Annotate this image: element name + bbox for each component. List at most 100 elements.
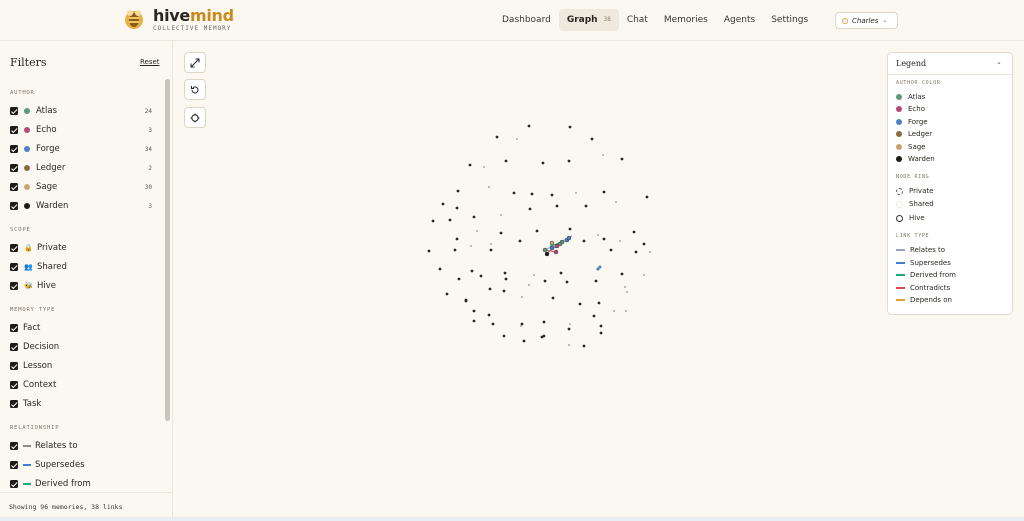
- graph-node[interactable]: [578, 302, 582, 306]
- filter-author-forge[interactable]: Forge 34: [10, 142, 152, 156]
- graph-node[interactable]: [453, 248, 457, 252]
- checkbox[interactable]: [10, 400, 18, 408]
- graph-node[interactable]: [488, 287, 492, 291]
- graph-node[interactable]: [567, 159, 571, 163]
- chevron-down-icon[interactable]: ⌄: [996, 58, 1002, 66]
- checkbox[interactable]: [10, 381, 18, 389]
- graph-node[interactable]: [438, 267, 442, 271]
- filter-type-decision[interactable]: Decision: [10, 340, 152, 354]
- graph-node[interactable]: [625, 310, 627, 312]
- graph-node[interactable]: [502, 334, 506, 338]
- filter-author-sage[interactable]: Sage 30: [10, 180, 152, 194]
- graph-node[interactable]: [464, 298, 468, 302]
- graph-node[interactable]: [520, 325, 522, 327]
- filter-author-atlas[interactable]: Atlas 24: [10, 104, 152, 118]
- filter-type-task[interactable]: Task: [10, 397, 152, 411]
- filter-type-context[interactable]: Context: [10, 378, 152, 392]
- filter-scope-private[interactable]: 🔒 Private: [10, 241, 152, 255]
- graph-node[interactable]: [502, 289, 506, 293]
- graph-node[interactable]: [609, 248, 613, 252]
- graph-node[interactable]: [620, 272, 624, 276]
- checkbox[interactable]: [10, 126, 18, 134]
- graph-node[interactable]: [566, 235, 572, 241]
- graph-node[interactable]: [488, 186, 490, 188]
- graph-node[interactable]: [569, 323, 571, 325]
- nav-chat[interactable]: Chat: [619, 9, 656, 31]
- graph-node[interactable]: [528, 284, 530, 286]
- graph-node[interactable]: [582, 344, 586, 348]
- graph-node[interactable]: [565, 280, 569, 284]
- graph-node[interactable]: [553, 249, 559, 255]
- graph-node[interactable]: [568, 344, 570, 346]
- graph-node[interactable]: [582, 239, 586, 243]
- graph-node[interactable]: [542, 320, 546, 324]
- checkbox[interactable]: [10, 461, 18, 469]
- graph-node[interactable]: [602, 154, 604, 156]
- graph-node[interactable]: [542, 334, 546, 338]
- graph-node[interactable]: [472, 319, 476, 323]
- graph-node[interactable]: [551, 296, 555, 300]
- checkbox[interactable]: [10, 164, 18, 172]
- graph-node[interactable]: [599, 331, 603, 335]
- graph-node[interactable]: [597, 301, 601, 305]
- nav-settings[interactable]: Settings: [763, 9, 816, 31]
- checkbox[interactable]: [10, 263, 18, 271]
- graph-node[interactable]: [541, 161, 545, 165]
- checkbox[interactable]: [10, 362, 18, 370]
- graph-node[interactable]: [624, 286, 626, 288]
- graph-node[interactable]: [584, 204, 588, 208]
- graph-node[interactable]: [528, 207, 532, 211]
- graph-node[interactable]: [590, 137, 594, 141]
- graph-node[interactable]: [533, 274, 535, 276]
- sidebar-scrollbar[interactable]: [165, 79, 170, 421]
- filter-author-warden[interactable]: Warden 3: [10, 199, 152, 213]
- checkbox[interactable]: [10, 480, 18, 488]
- graph-node[interactable]: [568, 227, 572, 231]
- graph-node[interactable]: [599, 324, 603, 328]
- checkbox[interactable]: [10, 107, 18, 115]
- filter-rel-supersedes[interactable]: Supersedes: [10, 458, 152, 472]
- brand-name[interactable]: hivemind: [153, 6, 234, 25]
- graph-node[interactable]: [592, 314, 596, 318]
- graph-node[interactable]: [499, 231, 503, 235]
- filter-scope-hive[interactable]: 🐝 Hive: [10, 279, 152, 293]
- graph-node[interactable]: [522, 339, 526, 343]
- graph-node[interactable]: [476, 230, 478, 232]
- graph-node[interactable]: [649, 251, 651, 253]
- graph-node[interactable]: [557, 241, 563, 247]
- filter-rel-derived-from[interactable]: Derived from: [10, 477, 152, 491]
- graph-node[interactable]: [489, 248, 493, 252]
- checkbox[interactable]: [10, 244, 18, 252]
- graph-node[interactable]: [445, 292, 449, 296]
- legend-header[interactable]: Legend ⌄: [888, 53, 1012, 75]
- checkbox[interactable]: [10, 202, 18, 210]
- graph-node[interactable]: [559, 271, 563, 275]
- checkbox[interactable]: [10, 324, 18, 332]
- checkbox[interactable]: [10, 145, 18, 153]
- graph-node[interactable]: [567, 327, 571, 331]
- graph-node[interactable]: [504, 277, 508, 281]
- graph-node[interactable]: [549, 240, 555, 246]
- filter-rel-relates-to[interactable]: Relates to: [10, 439, 152, 453]
- nav-dashboard[interactable]: Dashboard: [494, 9, 559, 31]
- graph-node[interactable]: [550, 193, 554, 197]
- graph-node[interactable]: [512, 191, 516, 195]
- graph-node[interactable]: [491, 322, 495, 326]
- graph-node[interactable]: [643, 274, 645, 276]
- graph-node[interactable]: [472, 215, 476, 219]
- graph-node[interactable]: [500, 214, 502, 216]
- graph-node[interactable]: [598, 265, 602, 269]
- graph-node[interactable]: [521, 296, 523, 298]
- graph-node[interactable]: [602, 237, 606, 241]
- graph-node[interactable]: [518, 239, 522, 243]
- graph-node[interactable]: [568, 125, 572, 129]
- nav-memories[interactable]: Memories: [656, 9, 716, 31]
- graph-node[interactable]: [470, 269, 474, 273]
- graph-node[interactable]: [520, 322, 524, 326]
- bee-logo-icon[interactable]: [122, 7, 146, 31]
- graph-node[interactable]: [455, 206, 459, 210]
- graph-node[interactable]: [594, 279, 598, 283]
- graph-node[interactable]: [632, 230, 636, 234]
- graph-node[interactable]: [504, 159, 508, 163]
- graph-node[interactable]: [431, 219, 435, 223]
